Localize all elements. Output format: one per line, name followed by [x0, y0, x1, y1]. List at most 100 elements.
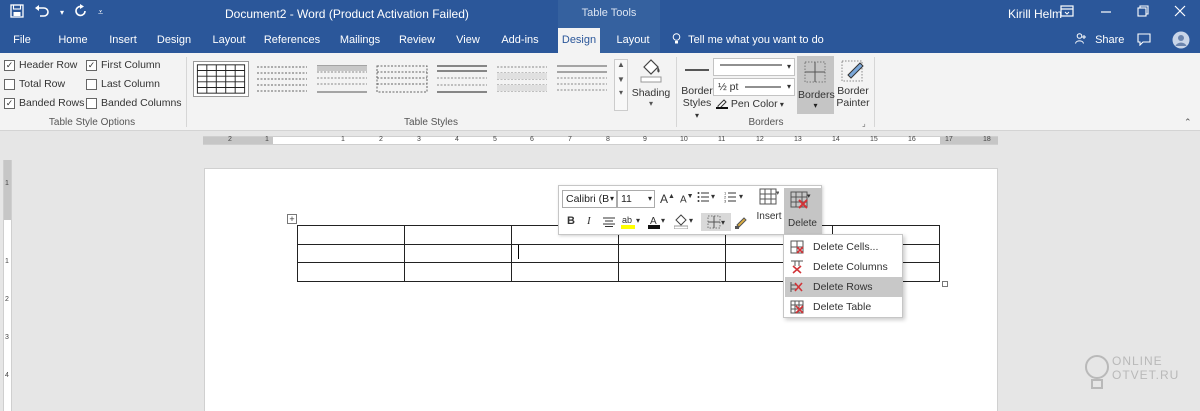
- tab-review[interactable]: Review: [396, 28, 438, 53]
- total-row-checkbox[interactable]: Total Row: [4, 78, 65, 90]
- borders-mini-button[interactable]: ▾: [701, 213, 731, 231]
- table-cell[interactable]: [511, 262, 619, 282]
- tell-me-box[interactable]: Tell me what you want to do: [672, 28, 824, 53]
- vertical-ruler[interactable]: 1 1 2 3 4: [3, 160, 12, 411]
- shading-button[interactable]: Shading ▾: [630, 57, 672, 108]
- table-style-thumb[interactable]: [314, 61, 370, 97]
- border-painter-button[interactable]: Border Painter: [836, 57, 870, 109]
- svg-text:▾: ▾: [807, 193, 811, 200]
- comments-icon[interactable]: [1137, 33, 1151, 49]
- table-style-thumb[interactable]: [554, 61, 610, 97]
- table-style-thumb[interactable]: [494, 61, 550, 97]
- tab-references[interactable]: References: [260, 28, 324, 53]
- tab-table-design[interactable]: Design: [558, 28, 600, 53]
- chevron-down-icon: ▾: [609, 194, 614, 203]
- font-size-select[interactable]: 11 ▾: [617, 190, 655, 208]
- bullets-icon[interactable]: [697, 191, 709, 206]
- tab-table-layout[interactable]: Layout: [610, 28, 656, 53]
- table-resize-handle[interactable]: [942, 281, 948, 287]
- tab-add-ins[interactable]: Add-ins: [496, 28, 544, 53]
- customize-qat-icon[interactable]: ⩡: [98, 7, 103, 18]
- table-cell[interactable]: [511, 243, 619, 263]
- tab-design[interactable]: Design: [152, 28, 196, 53]
- horizontal-ruler[interactable]: 2 1 1 2 3 4 5 6 7 8 9 10 11 12 13 14 15 …: [203, 136, 998, 145]
- line-style-select[interactable]: ▾: [713, 58, 795, 76]
- tab-insert[interactable]: Insert: [100, 28, 146, 53]
- border-styles-button[interactable]: Border Styles ▾: [680, 57, 714, 121]
- format-painter-icon[interactable]: [734, 215, 748, 232]
- table-style-thumb[interactable]: [254, 61, 310, 97]
- collapse-ribbon-icon[interactable]: ⌃: [1184, 117, 1192, 128]
- tab-home[interactable]: Home: [52, 28, 94, 53]
- delete-button[interactable]: ▾ Delete: [784, 188, 821, 234]
- chevron-down-icon: ▾: [720, 218, 725, 227]
- shading-icon[interactable]: [673, 214, 689, 232]
- chevron-down-icon[interactable]: ▾: [661, 216, 665, 225]
- font-color-icon[interactable]: A: [648, 214, 660, 232]
- table-cell[interactable]: [404, 225, 512, 245]
- share-button[interactable]: Share: [1075, 28, 1124, 53]
- borders-label: Borders: [798, 89, 835, 101]
- font-name-select[interactable]: Calibri (B ▾: [562, 190, 617, 208]
- dialog-launcher-icon[interactable]: ⌟: [862, 119, 866, 128]
- restore-icon[interactable]: [1137, 4, 1149, 20]
- gallery-up-icon[interactable]: ▲: [615, 60, 627, 69]
- undo-dropdown-icon[interactable]: ▾: [60, 8, 64, 17]
- borders-button[interactable]: Borders ▾: [797, 56, 835, 114]
- last-column-checkbox[interactable]: Last Column: [86, 78, 160, 90]
- chevron-down-icon[interactable]: ▾: [689, 216, 693, 225]
- table-move-handle-icon[interactable]: +: [287, 214, 297, 224]
- minimize-icon[interactable]: [1100, 4, 1112, 20]
- mini-toolbar: Calibri (B ▾ 11 ▾ A▲ A▼ ▾ 123 ▾ ▾ Insert…: [558, 185, 822, 235]
- menu-item-delete-table[interactable]: Delete Table: [785, 297, 902, 317]
- table-cell[interactable]: [618, 243, 726, 263]
- gallery-down-icon[interactable]: ▼: [615, 75, 627, 84]
- close-icon[interactable]: [1174, 4, 1186, 20]
- table-style-thumb[interactable]: [434, 61, 490, 97]
- chevron-down-icon[interactable]: ▾: [739, 192, 743, 201]
- banded-columns-checkbox[interactable]: Banded Columns: [86, 97, 182, 109]
- center-align-icon[interactable]: [603, 217, 615, 230]
- menu-item-delete-cells[interactable]: Delete Cells...: [785, 237, 902, 257]
- header-row-checkbox[interactable]: ✓ Header Row: [4, 59, 77, 71]
- tab-layout[interactable]: Layout: [206, 28, 252, 53]
- table-style-thumb[interactable]: [193, 61, 249, 97]
- bold-button[interactable]: B: [567, 215, 575, 227]
- table-cell[interactable]: [297, 262, 405, 282]
- avatar[interactable]: [1172, 31, 1190, 52]
- tab-mailings[interactable]: Mailings: [334, 28, 386, 53]
- border-style-icon: [680, 57, 714, 85]
- user-name[interactable]: Kirill Helm: [1008, 7, 1062, 21]
- menu-item-delete-rows[interactable]: Delete Rows: [785, 277, 902, 297]
- table-cell[interactable]: [404, 243, 512, 263]
- tab-file[interactable]: File: [8, 28, 36, 53]
- ruler-number: 6: [530, 136, 534, 143]
- grow-font-icon[interactable]: A▲: [660, 192, 675, 206]
- table-cell[interactable]: [618, 262, 726, 282]
- pen-color-button[interactable]: Pen Color ▾: [716, 97, 784, 110]
- save-icon[interactable]: [10, 4, 24, 21]
- ribbon-tabs: File Home Insert Design Layout Reference…: [0, 28, 1200, 53]
- redo-icon[interactable]: [74, 4, 88, 21]
- gallery-scrollbar[interactable]: ▲ ▼ ▾: [614, 59, 628, 111]
- table-cell[interactable]: [404, 262, 512, 282]
- insert-button[interactable]: ▾ Insert: [756, 188, 782, 222]
- shrink-font-icon[interactable]: A▼: [680, 193, 694, 205]
- table-style-thumb[interactable]: [374, 61, 430, 97]
- highlight-icon[interactable]: ab: [621, 214, 635, 232]
- italic-button[interactable]: I: [587, 215, 591, 227]
- tab-view[interactable]: View: [450, 28, 486, 53]
- chevron-down-icon[interactable]: ▾: [636, 216, 640, 225]
- table-cell[interactable]: [297, 243, 405, 263]
- gallery-more-icon[interactable]: ▾: [615, 88, 627, 97]
- undo-icon[interactable]: [34, 4, 50, 21]
- ruler-number: 1: [5, 180, 9, 187]
- line-weight-select[interactable]: ½ pt ▾: [713, 78, 795, 96]
- banded-rows-checkbox[interactable]: ✓ Banded Rows: [4, 97, 84, 109]
- menu-item-delete-columns[interactable]: Delete Columns: [785, 257, 902, 277]
- ribbon-display-options-icon[interactable]: [1060, 4, 1074, 20]
- chevron-down-icon[interactable]: ▾: [711, 192, 715, 201]
- first-column-checkbox[interactable]: ✓ First Column: [86, 59, 161, 71]
- table-cell[interactable]: [297, 225, 405, 245]
- numbering-icon[interactable]: 123: [724, 191, 736, 206]
